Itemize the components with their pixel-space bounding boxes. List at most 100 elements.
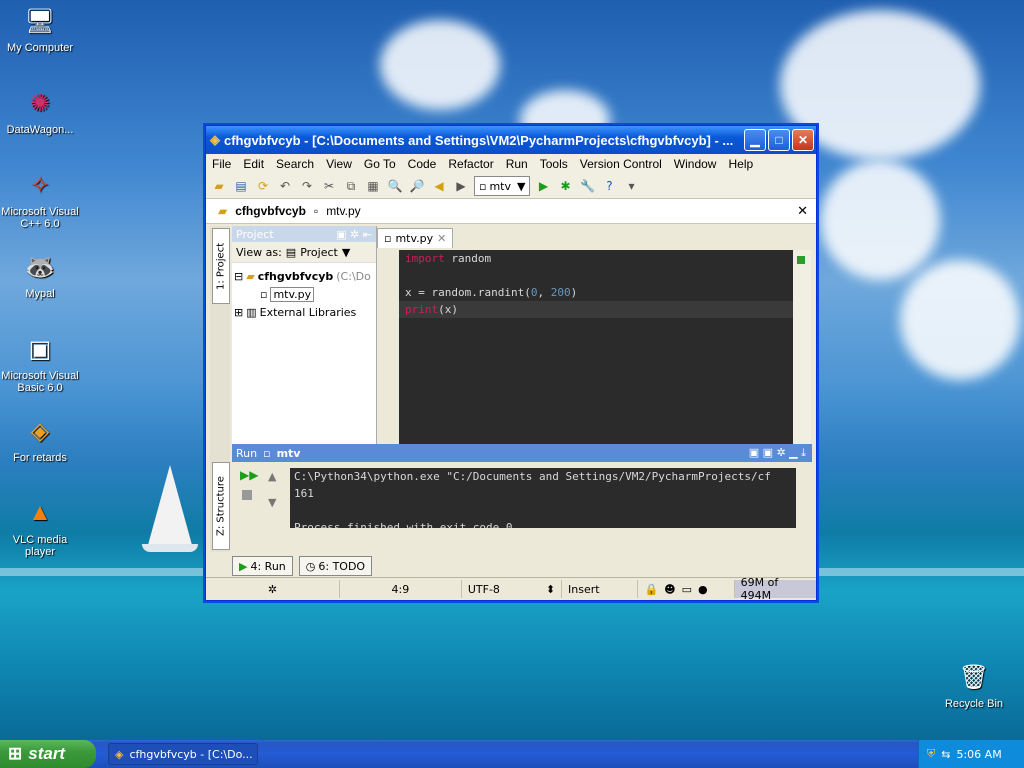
tree-item-external-libraries[interactable]: ⊞ ▥ External Libraries bbox=[234, 303, 374, 321]
power-save-icon[interactable]: ● bbox=[698, 583, 708, 596]
desktop-icon-datawagon[interactable]: ✺ DataWagon... bbox=[0, 86, 80, 137]
replace-icon[interactable]: 🔎 bbox=[408, 177, 426, 195]
stop-icon[interactable] bbox=[242, 490, 252, 500]
desktop-icon-recycle-bin[interactable]: 🗑 Recycle Bin bbox=[934, 660, 1014, 711]
desktop-icon-vlc[interactable]: ▲ VLC media player bbox=[0, 496, 80, 558]
maximize-button[interactable]: □ bbox=[768, 129, 790, 151]
nav-project[interactable]: cfhgvbfvcyb bbox=[235, 204, 306, 218]
collapse-icon[interactable]: ⊟ bbox=[234, 270, 243, 283]
file-encoding[interactable]: UTF-8 ⬍ bbox=[460, 580, 561, 598]
left-tool-strip: 1: Project Z: Structure bbox=[210, 226, 230, 552]
menu-search[interactable]: Search bbox=[270, 157, 320, 171]
window-title: cfhgvbfvcyb - [C:\Documents and Settings… bbox=[224, 132, 734, 148]
python-file-icon: ▫ bbox=[263, 446, 271, 460]
sync-icon[interactable]: ⟳ bbox=[254, 177, 272, 195]
desktop-icon-my-computer[interactable]: 🖥 My Computer bbox=[0, 4, 80, 55]
lock-icon[interactable]: 🔒 bbox=[644, 583, 658, 596]
menu-file[interactable]: File bbox=[206, 157, 237, 171]
open-folder-icon[interactable]: ▰ bbox=[210, 177, 228, 195]
rerun-icon[interactable]: ▶▶ bbox=[240, 468, 258, 482]
settings-icon[interactable]: 🔧 bbox=[578, 177, 596, 195]
event-log-icon[interactable]: ▭ bbox=[682, 583, 692, 596]
close-icon[interactable]: ✕ bbox=[797, 203, 808, 219]
tab-run[interactable]: ▶ 4: Run bbox=[232, 556, 293, 576]
expand-icon[interactable]: ⊞ bbox=[234, 306, 243, 319]
up-arrow-icon[interactable]: ▲ bbox=[268, 470, 276, 483]
security-shield-icon[interactable]: ⛨ bbox=[927, 747, 935, 761]
debug-icon[interactable]: ✱ bbox=[556, 177, 574, 195]
run-config-select[interactable]: ▫ mtv ▼ bbox=[474, 176, 531, 196]
editor-area: ▫ mtv.py ✕ import random x = random.rand… bbox=[377, 226, 811, 444]
desktop-icon-label: For retards bbox=[13, 452, 67, 464]
menu-edit[interactable]: Edit bbox=[237, 157, 270, 171]
save-icon[interactable]: ▤ bbox=[232, 177, 250, 195]
nav-file[interactable]: mtv.py bbox=[326, 204, 360, 218]
library-icon: ▥ bbox=[246, 305, 257, 319]
help-icon[interactable]: ? bbox=[600, 177, 618, 195]
tree-item-file[interactable]: ▫ mtv.py bbox=[234, 285, 374, 303]
taskbar-item-pycharm[interactable]: ◈ cfhgvbfvcyb - [C:\Do... bbox=[108, 743, 258, 765]
file-encoding-label: UTF-8 bbox=[467, 582, 500, 596]
menu-version-control[interactable]: Version Control bbox=[574, 157, 668, 171]
panel-actions-icon[interactable]: ▣ ▣ ✲ ▁ ⤓ bbox=[749, 446, 806, 460]
run-panel-title: Run bbox=[236, 446, 258, 460]
desktop-icon-label: Microsoft Visual C++ 6.0 bbox=[1, 206, 79, 230]
memory-indicator[interactable]: 69M of 494M bbox=[733, 576, 816, 602]
tab-todo[interactable]: ◷ 6: TODO bbox=[298, 556, 373, 576]
menu-view[interactable]: View bbox=[320, 157, 358, 171]
sailboat-sail bbox=[148, 465, 192, 545]
toolbar-dropdown-icon[interactable]: ▾ bbox=[622, 177, 640, 195]
tree-item-project[interactable]: ⊟ ▰ cfhgvbfvcyb (C:\Do bbox=[234, 267, 374, 285]
cut-icon[interactable]: ✂ bbox=[320, 177, 338, 195]
down-arrow-icon[interactable]: ▼ bbox=[268, 496, 276, 509]
panel-actions-icon[interactable]: ▣ ✲ ⇤ bbox=[336, 228, 372, 241]
minimize-button[interactable]: ▁ bbox=[744, 129, 766, 151]
start-button[interactable]: ⊞ start bbox=[0, 740, 96, 768]
code-editor[interactable]: import random x = random.randint(0, 200)… bbox=[399, 250, 793, 444]
clock[interactable]: 5:06 AM bbox=[956, 748, 1001, 761]
desktop-icon-mypal[interactable]: 🦝 Mypal bbox=[0, 250, 80, 301]
menu-run[interactable]: Run bbox=[500, 157, 534, 171]
close-button[interactable]: ✕ bbox=[792, 129, 814, 151]
menu-window[interactable]: Window bbox=[668, 157, 723, 171]
close-icon[interactable]: ✕ bbox=[437, 232, 446, 245]
tab-structure[interactable]: Z: Structure bbox=[212, 462, 230, 550]
taskbar: ⊞ start ◈ cfhgvbfvcyb - [C:\Do... ⛨ ⇆ 5:… bbox=[0, 740, 1024, 768]
run-icon[interactable]: ▶ bbox=[534, 177, 552, 195]
chevron-down-icon[interactable]: ▼ bbox=[342, 246, 350, 259]
desktop-icon-visual-basic[interactable]: ▣ Microsoft Visual Basic 6.0 bbox=[0, 332, 80, 395]
copy-icon[interactable]: ⧉ bbox=[342, 177, 360, 195]
menu-code[interactable]: Code bbox=[402, 157, 443, 171]
inspector-icon[interactable]: ☻ bbox=[664, 583, 675, 596]
tab-todo-label: 6: TODO bbox=[318, 559, 366, 573]
find-icon[interactable]: 🔍 bbox=[386, 177, 404, 195]
menu-tools[interactable]: Tools bbox=[534, 157, 574, 171]
insert-mode[interactable]: Insert bbox=[561, 580, 637, 598]
caret-position[interactable]: 4:9 bbox=[338, 580, 461, 598]
menu-goto[interactable]: Go To bbox=[358, 157, 402, 171]
redo-icon[interactable]: ↷ bbox=[298, 177, 316, 195]
menu-bar: File Edit Search View Go To Code Refacto… bbox=[206, 154, 816, 174]
tree-item-label: cfhgvbfvcyb bbox=[257, 269, 334, 283]
view-as-select[interactable]: Project bbox=[300, 246, 338, 259]
editor-tab-mtv[interactable]: ▫ mtv.py ✕ bbox=[377, 228, 454, 248]
forward-icon[interactable]: ▶ bbox=[452, 177, 470, 195]
window-titlebar[interactable]: ◈ cfhgvbfvcyb - [C:\Documents and Settin… bbox=[206, 126, 816, 154]
desktop-icon-for-retards[interactable]: ◈ For retards bbox=[0, 414, 80, 465]
console-line: 161 bbox=[294, 487, 314, 500]
run-console[interactable]: C:\Python34\python.exe "C:/Documents and… bbox=[290, 468, 796, 528]
paste-icon[interactable]: ▦ bbox=[364, 177, 382, 195]
start-label: start bbox=[28, 744, 66, 763]
network-icon[interactable]: ⇆ bbox=[941, 748, 950, 761]
close-icon: ✕ bbox=[797, 133, 809, 147]
menu-help[interactable]: Help bbox=[722, 157, 759, 171]
tab-project[interactable]: 1: Project bbox=[212, 228, 230, 304]
menu-refactor[interactable]: Refactor bbox=[442, 157, 499, 171]
undo-icon[interactable]: ↶ bbox=[276, 177, 294, 195]
back-icon[interactable]: ◀ bbox=[430, 177, 448, 195]
project-panel: Project ▣ ✲ ⇤ View as: ▤ Project ▼ ⊟ ▰ c… bbox=[232, 226, 377, 444]
sailboat-hull bbox=[142, 544, 198, 552]
desktop-icon-visual-cpp[interactable]: ✧ Microsoft Visual C++ 6.0 bbox=[0, 168, 80, 231]
chevron-down-icon: ▼ bbox=[517, 179, 526, 193]
progress-icon: ✲ bbox=[267, 582, 278, 596]
